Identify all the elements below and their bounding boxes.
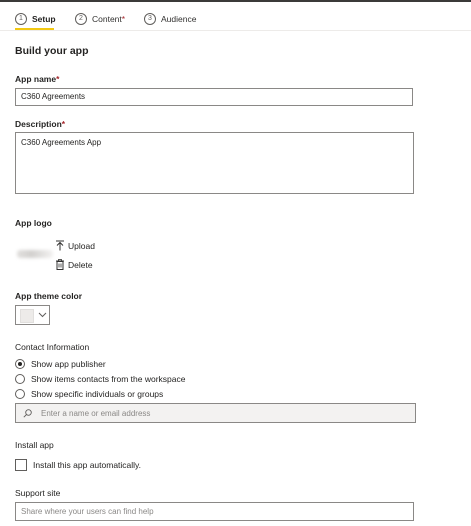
support-site-input[interactable] [21, 505, 401, 518]
checkbox-label: Install this app automatically. [33, 460, 142, 470]
upload-button[interactable]: Upload [55, 240, 95, 251]
theme-color-picker[interactable] [15, 305, 50, 325]
app-name-label: App name* [15, 74, 59, 84]
chevron-down-icon [38, 312, 47, 318]
radio-label: Show app publisher [31, 359, 106, 369]
tab-audience[interactable]: 3 Audience [144, 11, 196, 27]
required-marker: * [61, 119, 66, 129]
search-icon [23, 409, 32, 418]
label-text: Description [15, 119, 62, 129]
radio-button[interactable] [15, 359, 25, 369]
upload-label: Upload [68, 240, 95, 251]
theme-color-label: App theme color [15, 291, 83, 301]
label-text: App name [15, 74, 57, 84]
color-swatch [20, 309, 34, 323]
tab-label: Audience [161, 14, 197, 24]
tab-content[interactable]: 2 Content * [75, 11, 125, 27]
tab-setup[interactable]: 1 Setup [15, 11, 56, 27]
radio-show-app-publisher[interactable]: Show app publisher [15, 359, 106, 369]
description-label: Description* [15, 119, 65, 129]
step-number-icon: 1 [15, 13, 27, 25]
upload-arrow-icon [56, 240, 64, 251]
tab-label: Content [92, 14, 122, 24]
active-tab-indicator [15, 28, 54, 30]
wizard-tabs: 1 Setup 2 Content * 3 Audience [0, 2, 471, 31]
radio-show-specific-individuals[interactable]: Show specific individuals or groups [15, 389, 163, 399]
support-site-field-box[interactable] [15, 502, 414, 521]
contact-info-label: Contact Information [15, 342, 90, 352]
delete-label: Delete [68, 259, 93, 270]
contact-search-input[interactable] [41, 406, 401, 420]
radio-label: Show items contacts from the workspace [31, 374, 186, 384]
page-title: Build your app [15, 45, 89, 57]
app-name-field[interactable]: C360 Agreements [15, 88, 413, 106]
step-number-icon: 2 [75, 13, 87, 25]
app-logo-image [17, 250, 53, 258]
radio-show-items-contacts[interactable]: Show items contacts from the workspace [15, 374, 185, 384]
step-number-icon: 3 [144, 13, 156, 25]
delete-button[interactable]: Delete [55, 259, 93, 270]
install-automatically-option[interactable]: Install this app automatically. [15, 459, 141, 471]
required-marker: * [56, 74, 60, 84]
radio-button[interactable] [15, 389, 25, 399]
install-checkbox[interactable] [15, 459, 27, 471]
required-marker: * [121, 14, 126, 24]
description-field[interactable]: C360 Agreements App [15, 132, 414, 194]
tab-label: Setup [32, 14, 56, 24]
radio-button[interactable] [15, 374, 25, 384]
trash-icon [56, 259, 64, 270]
install-app-label: Install app [15, 440, 54, 450]
app-logo-label: App logo [15, 218, 52, 228]
contact-search-box[interactable] [15, 403, 416, 423]
support-site-label: Support site [15, 488, 61, 498]
radio-label: Show specific individuals or groups [31, 389, 164, 399]
